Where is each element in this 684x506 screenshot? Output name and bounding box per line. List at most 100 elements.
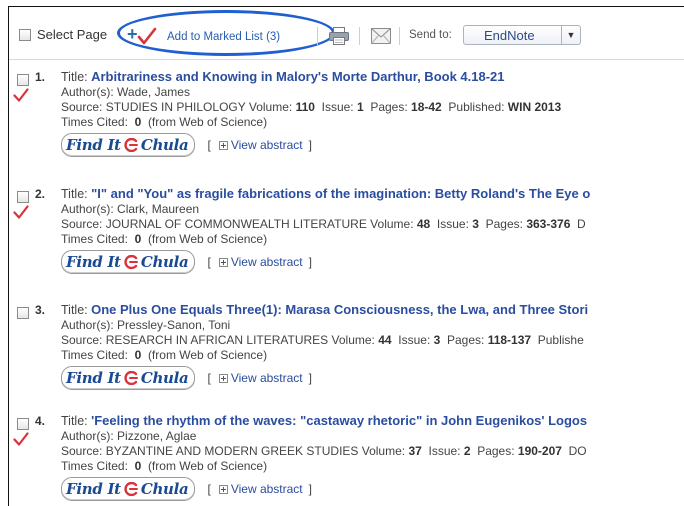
record-number: 2. — [35, 187, 46, 201]
record-title-link[interactable]: Arbitrariness and Knowing in Malory's Mo… — [91, 69, 504, 84]
times-cited-label: Times Cited: — [61, 348, 128, 362]
findit-text-b: Chula — [140, 252, 189, 271]
record-4: 4. Title: 'Feeling the rhythm of the wav… — [9, 408, 684, 506]
record-1: 1. Title: Arbitrariness and Knowing in M… — [9, 64, 684, 182]
pages-label: Pages: — [485, 217, 523, 231]
record-times-cited: 0 — [134, 115, 142, 129]
record-number: 4. — [35, 414, 46, 428]
toolbar-separator — [317, 27, 318, 45]
record-body: Title: 'Feeling the rhythm of the waves:… — [61, 413, 684, 501]
record-body: Title: Arbitrariness and Knowing in Malo… — [61, 69, 684, 157]
expand-plus-icon[interactable] — [218, 373, 228, 383]
bracket-open: [ — [207, 254, 211, 269]
marked-check-icon — [13, 205, 29, 219]
findit-chula-button[interactable]: Find It Chula — [61, 133, 196, 157]
findit-logo-icon — [124, 138, 138, 152]
select-page-checkbox[interactable] — [19, 28, 31, 41]
record-issue: 3 — [433, 333, 441, 347]
findit-logo-icon — [124, 482, 138, 496]
add-to-marked-list-label: Add to Marked List (3) — [167, 31, 281, 43]
volume-label: Volume: — [248, 100, 293, 114]
record-checkbox[interactable] — [17, 191, 29, 203]
published-label: Published: — [448, 100, 505, 114]
view-abstract-control[interactable]: [ View abstract ] — [207, 255, 312, 270]
bracket-close: ] — [308, 137, 312, 152]
record-volume: 110 — [295, 100, 315, 114]
record-checkbox[interactable] — [17, 418, 29, 430]
from-wos-note: (from Web of Science) — [147, 348, 268, 362]
record-pages: 363-376 — [526, 217, 571, 231]
view-abstract-control[interactable]: [ View abstract ] — [207, 371, 312, 386]
record-times-cited: 0 — [134, 459, 142, 473]
record-volume: 44 — [378, 333, 392, 347]
print-icon[interactable] — [329, 27, 349, 45]
record-tail: D — [577, 217, 586, 231]
expand-plus-icon[interactable] — [218, 140, 228, 150]
record-authors: Pressley-Sanon, Toni — [117, 318, 231, 332]
toolbar-separator — [399, 27, 400, 45]
bracket-open: [ — [207, 481, 211, 496]
issue-label: Issue: — [398, 333, 431, 347]
findit-logo-icon — [124, 371, 138, 385]
findit-text-b: Chula — [140, 479, 189, 498]
findit-chula-button[interactable]: Find It Chula — [61, 366, 196, 390]
record-tail: Publishe — [537, 333, 584, 347]
expand-plus-icon[interactable] — [218, 484, 228, 494]
findit-text-a: Find It — [66, 479, 121, 498]
bracket-close: ] — [308, 370, 312, 385]
findit-chula-button[interactable]: Find It Chula — [61, 250, 196, 274]
view-abstract-link[interactable]: View abstract — [231, 482, 303, 497]
view-abstract-control[interactable]: [ View abstract ] — [207, 482, 312, 497]
findit-text-a: Find It — [66, 135, 121, 154]
times-cited-label: Times Cited: — [61, 232, 128, 246]
source-label: Source: — [61, 333, 103, 347]
chevron-down-icon[interactable]: ▼ — [561, 26, 580, 44]
record-pages: 18-42 — [411, 100, 442, 114]
record-issue: 1 — [356, 100, 364, 114]
view-abstract-link[interactable]: View abstract — [231, 255, 303, 270]
add-marked-icon: + — [127, 25, 157, 47]
select-page-control[interactable]: Select Page — [19, 27, 107, 42]
add-to-marked-list-button[interactable]: + Add to Marked List (3) — [127, 25, 281, 47]
send-to-value: EndNote — [484, 28, 535, 43]
pages-label: Pages: — [446, 333, 485, 347]
source-label: Source: — [61, 444, 103, 458]
record-authors: Wade, James — [117, 85, 190, 99]
record-volume: 48 — [416, 217, 431, 231]
email-icon[interactable] — [371, 28, 391, 44]
record-checkbox[interactable] — [17, 74, 29, 86]
record-issue: 3 — [472, 217, 479, 231]
send-to-select[interactable]: EndNote ▼ — [463, 25, 581, 45]
record-times-cited: 0 — [134, 232, 142, 246]
issue-label: Issue: — [428, 444, 461, 458]
findit-text-a: Find It — [66, 252, 121, 271]
record-title-link[interactable]: 'Feeling the rhythm of the waves: "casta… — [91, 413, 587, 428]
issue-label: Issue: — [321, 100, 354, 114]
title-label: Title: — [61, 414, 88, 428]
view-abstract-link[interactable]: View abstract — [231, 371, 303, 386]
view-abstract-link[interactable]: View abstract — [231, 138, 303, 153]
volume-label: Volume: — [361, 444, 406, 458]
bracket-open: [ — [207, 137, 211, 152]
marked-check-icon — [13, 432, 29, 446]
authors-label: Author(s): — [61, 85, 114, 99]
record-title-link[interactable]: One Plus One Equals Three(1): Marasa Con… — [91, 302, 588, 317]
source-label: Source: — [61, 217, 103, 231]
findit-chula-button[interactable]: Find It Chula — [61, 477, 196, 501]
expand-plus-icon[interactable] — [218, 257, 228, 267]
source-label: Source: — [61, 100, 103, 114]
bracket-close: ] — [308, 254, 312, 269]
issue-label: Issue: — [436, 217, 469, 231]
record-checkbox[interactable] — [17, 307, 29, 319]
toolbar-separator — [359, 27, 360, 45]
record-title-link[interactable]: "I" and "You" as fragile fabrications of… — [91, 186, 590, 201]
title-label: Title: — [61, 70, 88, 84]
view-abstract-control[interactable]: [ View abstract ] — [207, 138, 312, 153]
from-wos-note: (from Web of Science) — [147, 459, 268, 473]
record-pages: 118-137 — [487, 333, 532, 347]
record-3: 3. Title: One Plus One Equals Three(1): … — [9, 297, 684, 415]
record-issue: 2 — [463, 444, 471, 458]
pages-label: Pages: — [370, 100, 408, 114]
record-volume: 37 — [408, 444, 422, 458]
record-pages: 190-207 — [517, 444, 562, 458]
